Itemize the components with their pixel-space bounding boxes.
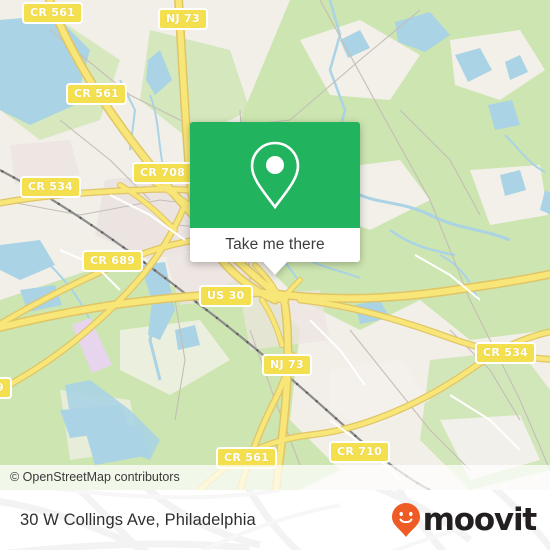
- road-shield: CR 534: [475, 342, 537, 364]
- road-shield: CR 561: [22, 2, 84, 24]
- callout-label: Take me there: [225, 236, 325, 253]
- map-canvas[interactable]: CR 561 NJ 73 CR 561 CR 708 CR 534 CR 689…: [0, 0, 550, 490]
- callout-tail: [262, 261, 288, 275]
- road-shield: 9: [0, 377, 12, 399]
- footer-content: 30 W Collings Ave, Philadelphia moovit: [0, 490, 550, 550]
- callout-pin-area: [190, 122, 360, 228]
- road-shield: NJ 73: [262, 354, 312, 376]
- road-shield: US 30: [199, 285, 253, 307]
- road-shield: CR 561: [66, 83, 128, 105]
- footer-bar: 30 W Collings Ave, Philadelphia moovit: [0, 490, 550, 550]
- moovit-logo[interactable]: moovit: [391, 501, 538, 538]
- road-shield: CR 689: [82, 250, 144, 272]
- address-text: 30 W Collings Ave, Philadelphia: [20, 510, 256, 529]
- callout-label-bar[interactable]: Take me there: [190, 228, 360, 275]
- road-shield: CR 708: [132, 162, 194, 184]
- take-me-there-callout[interactable]: Take me there: [190, 122, 360, 275]
- moovit-smiley-pin-icon: [391, 503, 420, 537]
- location-pin-icon: [250, 141, 300, 210]
- road-shield: CR 710: [329, 441, 391, 463]
- moovit-wordmark: moovit: [422, 501, 538, 538]
- road-shield: NJ 73: [158, 8, 208, 30]
- map-attribution[interactable]: © OpenStreetMap contributors: [0, 465, 550, 490]
- moovit-map-screenshot: CR 561 NJ 73 CR 561 CR 708 CR 534 CR 689…: [0, 0, 550, 550]
- road-shield: CR 534: [20, 176, 82, 198]
